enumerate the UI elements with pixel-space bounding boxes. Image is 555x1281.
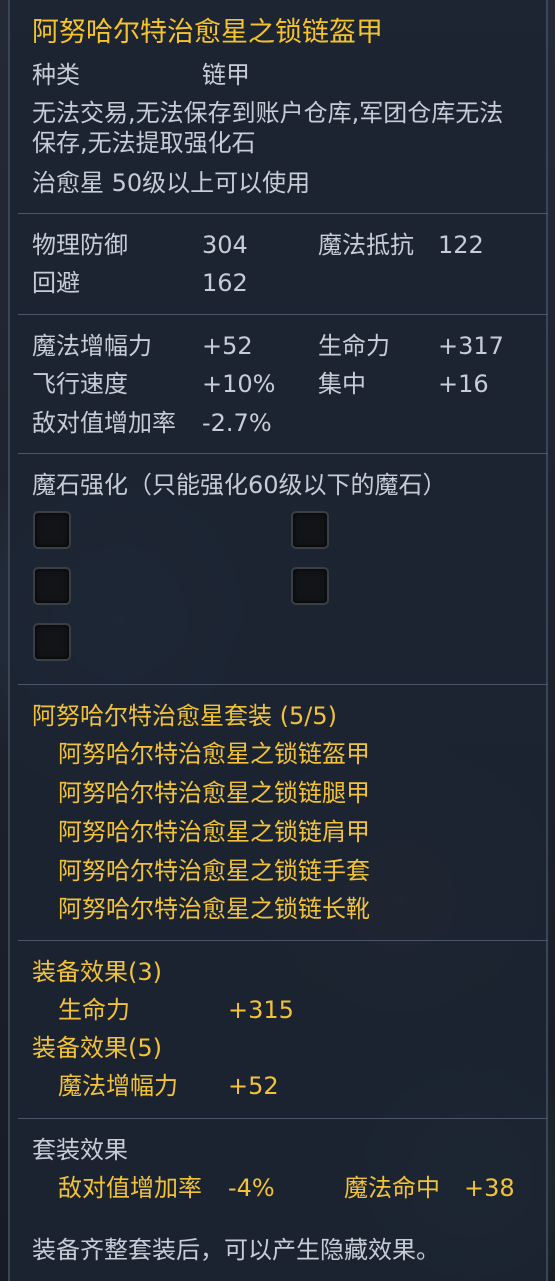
set-effect-title: 套装效果 — [32, 1136, 128, 1164]
divider — [18, 1118, 548, 1119]
bonus-value-hp: +317 — [438, 332, 504, 360]
manastone-slot[interactable] — [291, 567, 329, 605]
bonus-value-flight-speed: +10% — [202, 370, 276, 398]
bonus-label-flight-speed: 飞行速度 — [32, 370, 128, 398]
item-restrictions: 无法交易,无法保存到账户仓库,军团仓库无法保存,无法提取强化石 — [32, 99, 504, 157]
manastone-slot[interactable] — [33, 623, 71, 661]
stat-value-evasion: 162 — [202, 269, 248, 297]
set-effect1-value: -4% — [228, 1174, 275, 1202]
set-effect1-label: 敌对值增加率 — [58, 1174, 202, 1202]
effect3-title: 装备效果(3) — [32, 958, 162, 986]
bonus-value-concentration: +16 — [438, 370, 489, 398]
set-piece: 阿努哈尔特治愈星之锁链手套 — [58, 857, 370, 885]
set-piece: 阿努哈尔特治愈星之锁链肩甲 — [58, 818, 370, 846]
manastone-heading: 魔石强化（只能强化60级以下的魔石） — [32, 471, 447, 499]
divider — [18, 314, 548, 315]
stat-label-physical-defense: 物理防御 — [32, 231, 128, 259]
bonus-label-magic-boost: 魔法增幅力 — [32, 332, 152, 360]
bonus-value-enmity: -2.7% — [202, 409, 272, 437]
stat-label-magic-resist: 魔法抵抗 — [318, 231, 414, 259]
item-type-label: 种类 — [32, 61, 80, 89]
divider — [18, 684, 548, 685]
set-piece: 阿努哈尔特治愈星之锁链盔甲 — [58, 740, 370, 768]
bonus-label-hp: 生命力 — [318, 332, 390, 360]
stat-label-evasion: 回避 — [32, 269, 80, 297]
divider — [18, 453, 548, 454]
bonus-value-magic-boost: +52 — [202, 332, 253, 360]
divider — [18, 213, 548, 214]
effect3-label: 生命力 — [58, 996, 130, 1024]
manastone-slot[interactable] — [33, 567, 71, 605]
set-piece: 阿努哈尔特治愈星之锁链腿甲 — [58, 779, 370, 807]
footer-note: 装备齐整套装后，可以产生隐藏效果。 — [32, 1236, 440, 1264]
divider — [18, 940, 548, 941]
set-effect2-value: +38 — [464, 1174, 515, 1202]
item-requirement: 治愈星 50级以上可以使用 — [32, 169, 311, 197]
effect5-title: 装备效果(5) — [32, 1034, 162, 1062]
effect5-value: +52 — [228, 1072, 279, 1100]
effect3-value: +315 — [228, 996, 294, 1024]
manastone-slot[interactable] — [33, 511, 71, 549]
set-effect2-label: 魔法命中 — [344, 1174, 440, 1202]
item-name: 阿努哈尔特治愈星之锁链盔甲 — [32, 17, 383, 48]
set-piece: 阿努哈尔特治愈星之锁链长靴 — [58, 895, 370, 923]
bonus-label-enmity: 敌对值增加率 — [32, 409, 176, 437]
stat-value-magic-resist: 122 — [438, 231, 484, 259]
stat-value-physical-defense: 304 — [202, 231, 248, 259]
bonus-label-concentration: 集中 — [318, 370, 366, 398]
manastone-slot[interactable] — [291, 511, 329, 549]
set-title: 阿努哈尔特治愈星套装 (5/5) — [32, 702, 337, 730]
item-type-value: 链甲 — [202, 61, 250, 89]
effect5-label: 魔法增幅力 — [58, 1072, 178, 1100]
